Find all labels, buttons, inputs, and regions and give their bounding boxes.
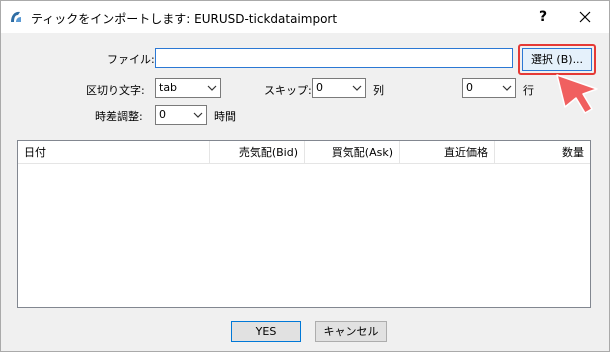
skip-rows-value: 0 bbox=[466, 81, 473, 94]
cancel-button[interactable]: キャンセル bbox=[315, 321, 387, 342]
help-button[interactable]: ? bbox=[525, 3, 561, 31]
delimiter-label: 区切り文字: bbox=[86, 84, 145, 97]
import-ticks-dialog: ティックをインポートします: EURUSD-tickdataimport ? フ… bbox=[0, 0, 610, 352]
file-label: ファイル: bbox=[107, 53, 155, 66]
delimiter-value: tab bbox=[159, 81, 178, 94]
file-path-input[interactable] bbox=[155, 48, 513, 68]
time-unit-label: 時間 bbox=[214, 110, 236, 123]
skip-rows-select[interactable]: 0 bbox=[462, 78, 516, 98]
skip-label: スキップ: bbox=[264, 84, 312, 97]
pointer-arrow-icon bbox=[556, 74, 598, 114]
columns-unit-label: 列 bbox=[373, 84, 384, 97]
delimiter-select[interactable]: tab bbox=[155, 78, 221, 98]
column-header-ask[interactable]: 買気配(Ask) bbox=[305, 141, 400, 164]
chevron-down-icon bbox=[207, 85, 217, 91]
close-icon[interactable] bbox=[567, 3, 603, 31]
time-offset-label: 時差調整: bbox=[95, 110, 143, 123]
title-bar: ティックをインポートします: EURUSD-tickdataimport ? bbox=[1, 1, 609, 33]
skip-columns-select[interactable]: 0 bbox=[312, 78, 366, 98]
column-header-bid[interactable]: 売気配(Bid) bbox=[210, 141, 305, 164]
yes-button[interactable]: YES bbox=[231, 321, 301, 342]
column-header-volume[interactable]: 数量 bbox=[495, 141, 590, 164]
app-logo-icon bbox=[11, 11, 21, 22]
skip-columns-value: 0 bbox=[316, 81, 323, 94]
window-title: ティックをインポートします: EURUSD-tickdataimport bbox=[31, 12, 338, 26]
preview-table[interactable]: 日付 売気配(Bid) 買気配(Ask) 直近価格 数量 bbox=[17, 140, 591, 308]
table-header: 日付 売気配(Bid) 買気配(Ask) 直近価格 数量 bbox=[18, 141, 590, 164]
column-header-last-price[interactable]: 直近価格 bbox=[400, 141, 495, 164]
chevron-down-icon bbox=[193, 112, 203, 118]
time-offset-value: 0 bbox=[159, 108, 166, 121]
rows-unit-label: 行 bbox=[523, 84, 534, 97]
browse-button[interactable]: 選択 (B)... bbox=[522, 48, 592, 71]
time-offset-select[interactable]: 0 bbox=[155, 105, 207, 125]
chevron-down-icon bbox=[502, 85, 512, 91]
column-header-date[interactable]: 日付 bbox=[18, 141, 210, 164]
chevron-down-icon bbox=[352, 85, 362, 91]
